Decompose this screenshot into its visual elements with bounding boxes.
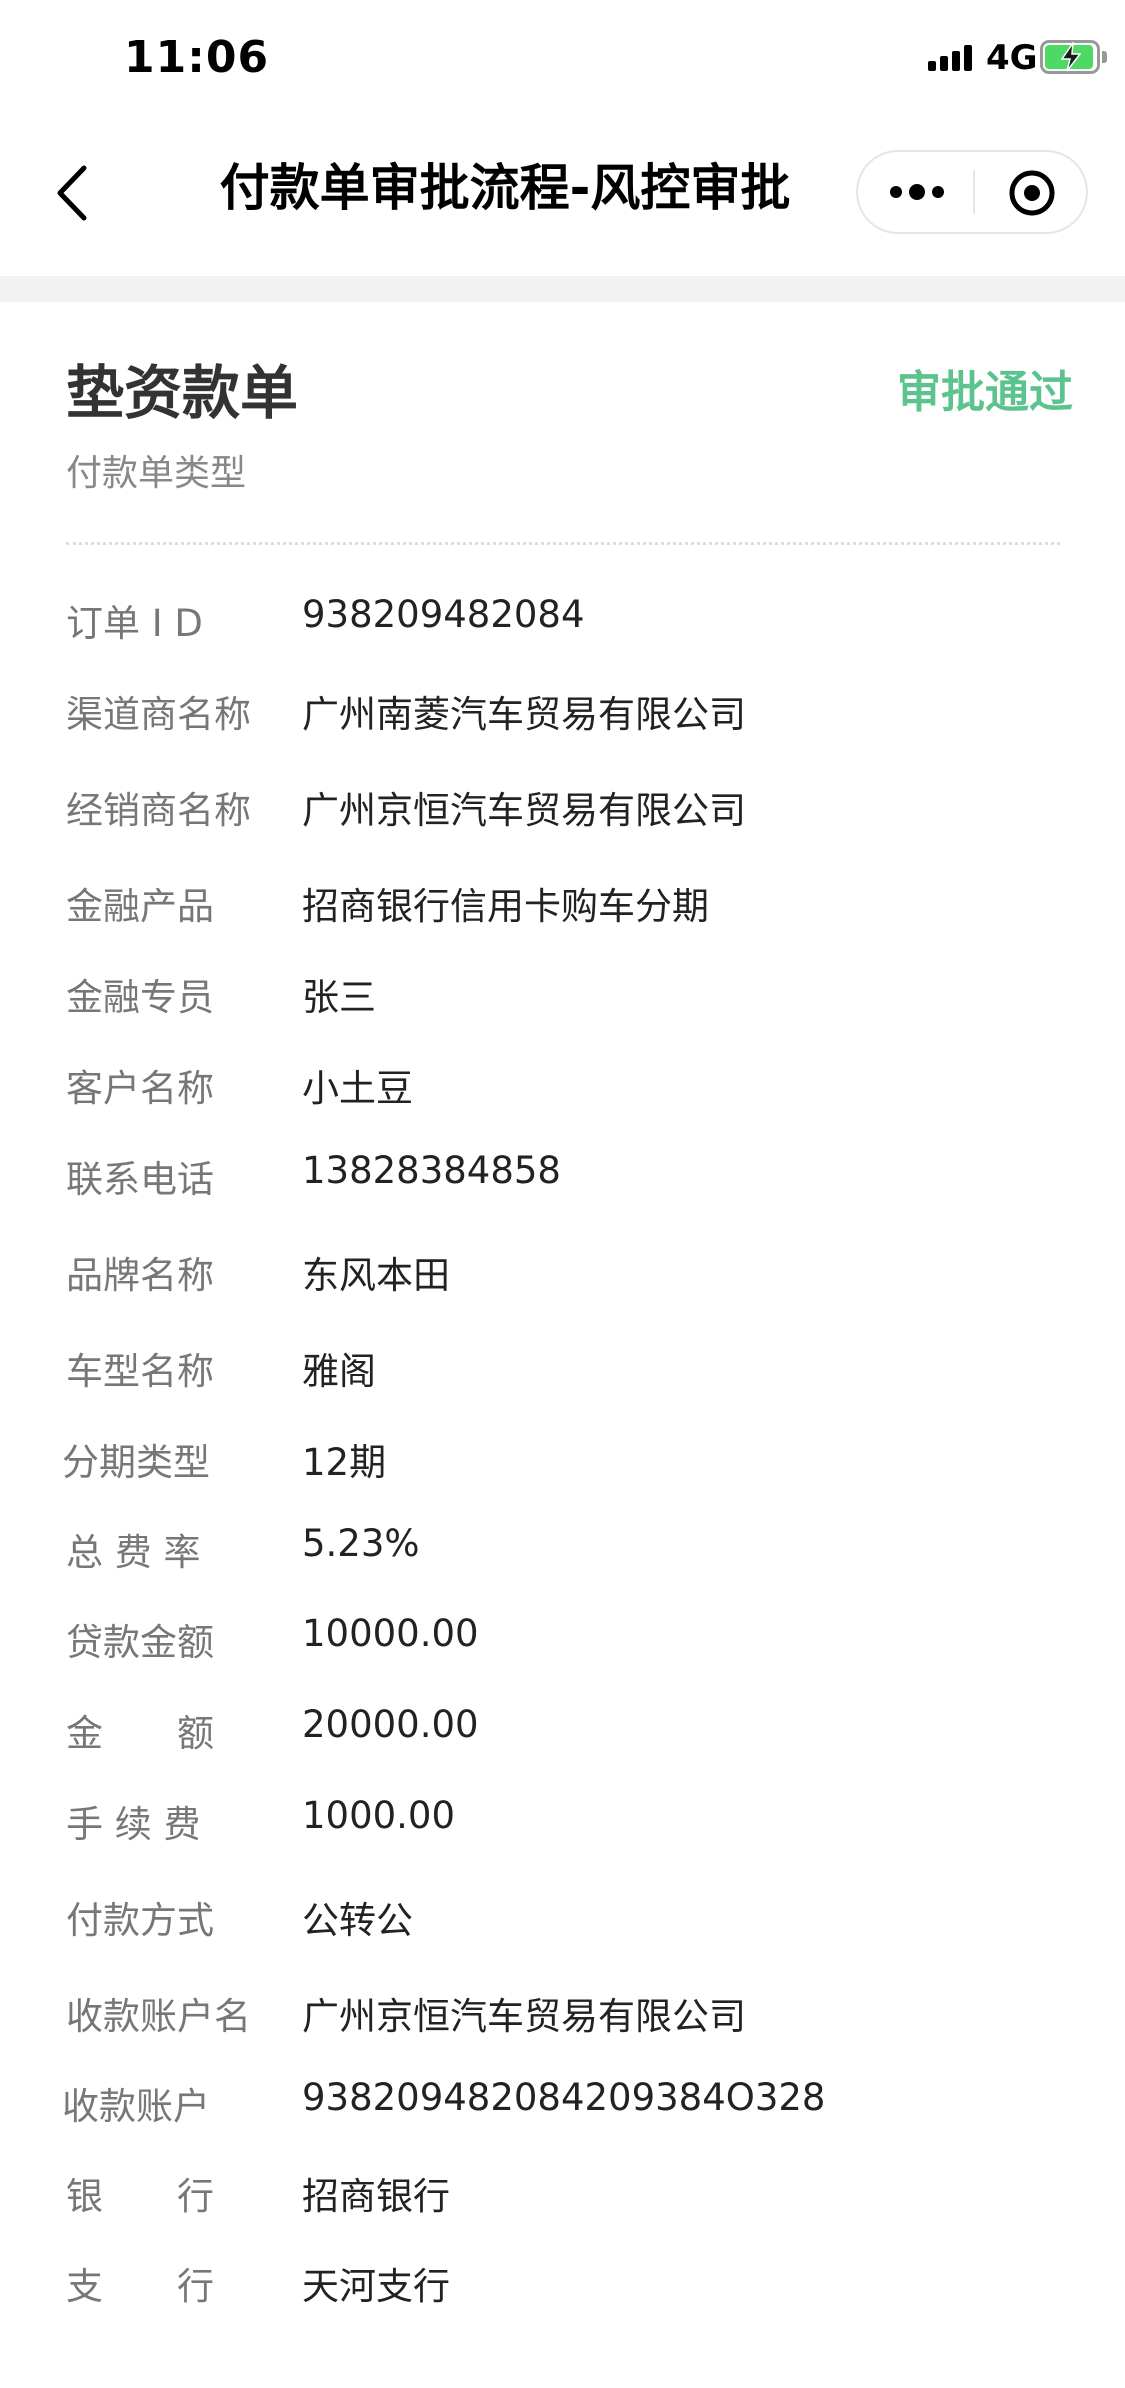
- field-label: 手 续 费: [66, 1803, 201, 1846]
- page-title: 付款单审批流程-风控审批: [219, 159, 791, 217]
- field-value: 公转公: [302, 1899, 413, 1942]
- field-label: 支 行: [66, 2265, 214, 2308]
- field-value: 招商银行信用卡购车分期: [302, 885, 709, 928]
- field-value: 张三: [302, 976, 376, 1019]
- status-time: 11:06: [124, 32, 270, 83]
- field-label: 总 费 率: [66, 1531, 201, 1574]
- detail-row: 客户名称 小土豆: [0, 1058, 1125, 1118]
- detail-row: 订单 I D 938209482084: [0, 593, 1125, 653]
- order-title: 垫资款单: [66, 359, 299, 427]
- field-value: 13828384858: [302, 1149, 561, 1192]
- field-value: 20000.00: [302, 1703, 479, 1746]
- detail-row: 分期类型 12期: [0, 1432, 1125, 1492]
- mini-program-capsule: [856, 150, 1088, 234]
- detail-row: 品牌名称 东风本田: [0, 1245, 1125, 1305]
- field-value: 东风本田: [302, 1254, 450, 1297]
- field-value: 招商银行: [302, 2175, 450, 2218]
- status-badge: 审批通过: [897, 367, 1073, 418]
- detail-row: 渠道商名称 广州南菱汽车贸易有限公司: [0, 684, 1125, 744]
- battery-charging-icon: [1040, 40, 1107, 74]
- detail-row: 收款账户名 广州京恒汽车贸易有限公司: [0, 1986, 1125, 2046]
- field-label: 收款账户名: [66, 1995, 251, 2038]
- field-label: 订单 I D: [66, 602, 203, 645]
- field-label: 客户名称: [66, 1067, 214, 1110]
- detail-row: 联系电话 13828384858: [0, 1149, 1125, 1209]
- section-separator: [0, 276, 1125, 302]
- detail-row: 总 费 率 5.23%: [0, 1522, 1125, 1582]
- detail-row: 金融产品 招商银行信用卡购车分期: [0, 876, 1125, 936]
- field-value: 938209482084209384O328: [302, 2076, 826, 2119]
- order-type-label: 付款单类型: [66, 453, 247, 494]
- field-value: 1000.00: [302, 1794, 456, 1837]
- field-value: 5.23%: [302, 1522, 420, 1565]
- field-label: 联系电话: [66, 1158, 214, 1201]
- field-label: 经销商名称: [66, 789, 251, 832]
- field-label: 银 行: [66, 2175, 214, 2218]
- field-label: 分期类型: [62, 1441, 210, 1484]
- back-button[interactable]: [44, 158, 104, 228]
- signal-icon: [928, 45, 974, 71]
- field-label: 收款账户: [62, 2085, 210, 2128]
- field-value: 广州南菱汽车贸易有限公司: [302, 693, 746, 736]
- field-label: 金融产品: [66, 885, 214, 928]
- field-label: 渠道商名称: [66, 693, 251, 736]
- field-label: 付款方式: [66, 1899, 214, 1942]
- detail-row: 付款方式 公转公: [0, 1890, 1125, 1950]
- detail-row: 支 行 天河支行: [0, 2256, 1125, 2316]
- field-value: 雅阁: [302, 1350, 376, 1393]
- field-value: 10000.00: [302, 1612, 479, 1655]
- more-button[interactable]: [858, 152, 973, 232]
- page: 11:06 4G 付款单审批流程-风控审批 垫资款单 审批通过 付款单类型 订单…: [0, 0, 1125, 2388]
- dotted-divider: [66, 542, 1060, 545]
- detail-row: 贷款金额 10000.00: [0, 1612, 1125, 1672]
- detail-row: 收款账户 938209482084209384O328: [0, 2076, 1125, 2136]
- field-label: 金 额: [66, 1712, 214, 1755]
- field-value: 12期: [302, 1441, 387, 1484]
- field-label: 品牌名称: [66, 1254, 214, 1297]
- detail-row: 金融专员 张三: [0, 967, 1125, 1027]
- field-label: 贷款金额: [66, 1621, 214, 1664]
- status-bar: 11:06 4G: [0, 0, 1125, 118]
- field-label: 车型名称: [66, 1350, 214, 1393]
- detail-row: 车型名称 雅阁: [0, 1341, 1125, 1401]
- close-circle-icon: [1009, 170, 1055, 216]
- more-dots-icon: [890, 184, 944, 200]
- field-value: 广州京恒汽车贸易有限公司: [302, 1995, 746, 2038]
- chevron-left-icon: [57, 165, 87, 221]
- network-label: 4G: [986, 38, 1038, 78]
- field-value: 天河支行: [302, 2265, 450, 2308]
- detail-row: 手 续 费 1000.00: [0, 1794, 1125, 1854]
- detail-row: 金 额 20000.00: [0, 1703, 1125, 1763]
- detail-row: 银 行 招商银行: [0, 2166, 1125, 2226]
- field-label: 金融专员: [66, 976, 214, 1019]
- field-value: 小土豆: [302, 1067, 413, 1110]
- close-button[interactable]: [975, 152, 1088, 232]
- nav-bar: 付款单审批流程-风控审批: [0, 118, 1125, 276]
- detail-row: 经销商名称 广州京恒汽车贸易有限公司: [0, 780, 1125, 840]
- field-value: 938209482084: [302, 593, 585, 636]
- field-value: 广州京恒汽车贸易有限公司: [302, 789, 746, 832]
